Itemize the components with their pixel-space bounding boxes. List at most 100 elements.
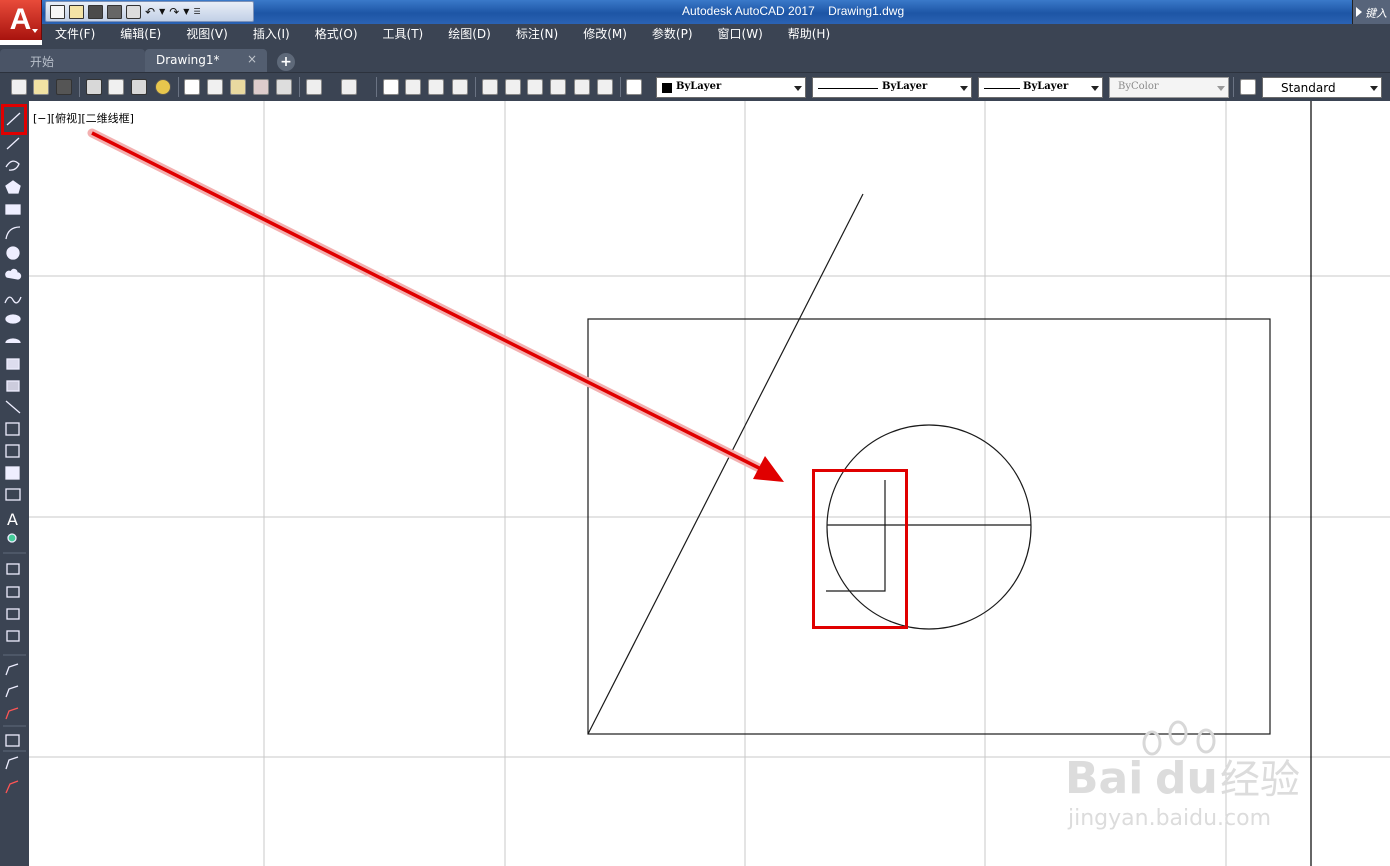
menu-edit[interactable]: 编辑(E) [107, 24, 173, 45]
baidu-paw-logo [1142, 720, 1216, 756]
help-icon[interactable] [626, 79, 642, 95]
menu-window[interactable]: 窗口(W) [705, 24, 775, 45]
rectangle-icon[interactable] [5, 204, 21, 215]
save-as-icon[interactable] [107, 4, 122, 19]
insert-block-icon[interactable] [6, 358, 20, 370]
menu-help[interactable]: 帮助(H) [775, 24, 842, 45]
lineweight-dropdown[interactable]: ByLayer [978, 77, 1103, 98]
plot-icon[interactable] [86, 79, 102, 95]
diagonal-line-object[interactable] [587, 193, 864, 735]
publish-icon[interactable] [131, 79, 147, 95]
parametric-1-icon[interactable] [5, 663, 19, 676]
add-selected-icon[interactable] [7, 533, 17, 543]
redo-icon[interactable] [341, 79, 357, 95]
redo-dropdown-icon[interactable]: ▼ [183, 7, 189, 16]
parametric-4-icon[interactable] [5, 734, 20, 747]
region-icon[interactable] [5, 466, 20, 480]
sheet-set-icon[interactable] [550, 79, 566, 95]
application-menu-button[interactable]: A [0, 0, 42, 40]
3d-print-icon[interactable] [155, 79, 171, 95]
search-box[interactable]: 键入 [1352, 0, 1390, 24]
layer-tool-1-icon[interactable] [6, 563, 20, 575]
hatch-icon[interactable] [5, 422, 20, 436]
tab-drawing1[interactable]: Drawing1* × [145, 49, 267, 72]
parametric-2-icon[interactable] [5, 685, 19, 698]
text-style-icon[interactable] [1240, 79, 1256, 95]
open-icon[interactable] [33, 79, 49, 95]
revision-cloud-icon[interactable] [5, 268, 22, 280]
layer-tool-2-icon[interactable] [6, 586, 20, 598]
point-icon[interactable] [5, 400, 21, 414]
circle-icon[interactable] [6, 246, 20, 260]
rectangle-object[interactable] [587, 318, 1271, 735]
pan-icon[interactable] [383, 79, 399, 95]
table-icon[interactable] [5, 488, 21, 501]
expand-icon[interactable] [1356, 7, 1362, 17]
autocad-window: ↶ ▼ ↷ ▼ ☰ Autodesk AutoCAD 2017 Drawing1… [0, 0, 1390, 866]
layer-tool-3-icon[interactable] [6, 608, 20, 620]
undo-icon[interactable] [306, 79, 322, 95]
circle-object[interactable] [826, 424, 1032, 630]
redo-icon[interactable]: ↷ [169, 5, 179, 19]
paste-icon[interactable] [230, 79, 246, 95]
customize-qat-icon[interactable]: ☰ [193, 7, 200, 16]
match-properties-icon[interactable] [253, 79, 269, 95]
tab-drawing1-label: Drawing1* [156, 53, 220, 67]
markup-icon[interactable] [574, 79, 590, 95]
new-icon[interactable] [11, 79, 27, 95]
layer-tool-4-icon[interactable] [6, 630, 20, 642]
undo-dropdown-icon[interactable]: ▼ [159, 7, 165, 16]
close-icon[interactable]: × [247, 52, 257, 66]
color-dropdown-value: ByLayer [676, 81, 722, 92]
spline-icon[interactable] [4, 296, 22, 304]
menu-view[interactable]: 视图(V) [173, 24, 240, 45]
separator [79, 77, 80, 97]
design-center-icon[interactable] [505, 79, 521, 95]
menu-insert[interactable]: 插入(I) [240, 24, 302, 45]
plotstyle-dropdown[interactable]: ByColor [1109, 77, 1229, 98]
polygon-icon[interactable] [5, 180, 21, 194]
menu-file[interactable]: 文件(F) [42, 24, 107, 45]
menu-modify[interactable]: 修改(M) [570, 24, 639, 45]
new-file-icon[interactable] [50, 4, 65, 19]
parametric-6-icon[interactable] [5, 780, 19, 794]
menu-dimension[interactable]: 标注(N) [503, 24, 570, 45]
quickcalc-icon[interactable] [597, 79, 613, 95]
polyline-icon[interactable] [5, 160, 20, 171]
drawn-l-shape-object[interactable] [826, 480, 886, 592]
new-tab-button[interactable]: + [277, 53, 295, 71]
save-icon[interactable] [88, 4, 103, 19]
copy-icon[interactable] [207, 79, 223, 95]
plot-preview-icon[interactable] [108, 79, 124, 95]
menu-parameters[interactable]: 参数(P) [639, 24, 705, 45]
construction-line-icon[interactable] [6, 137, 20, 150]
undo-icon[interactable]: ↶ [145, 5, 155, 19]
zoom-previous-icon[interactable] [452, 79, 468, 95]
tool-palettes-icon[interactable] [527, 79, 543, 95]
ellipse-arc-icon[interactable] [5, 338, 21, 344]
zoom-realtime-icon[interactable] [405, 79, 421, 95]
text-style-dropdown[interactable]: Standard [1262, 77, 1382, 98]
color-dropdown[interactable]: ByLayer [656, 77, 806, 98]
multiline-text-icon[interactable]: A [7, 510, 18, 529]
arc-icon[interactable] [5, 226, 21, 240]
block-editor-icon[interactable] [276, 79, 292, 95]
cut-icon[interactable] [184, 79, 200, 95]
plot-icon[interactable] [126, 4, 141, 19]
properties-icon[interactable] [482, 79, 498, 95]
parametric-3-icon[interactable] [5, 707, 19, 720]
annotation-arrow [87, 128, 784, 482]
open-file-icon[interactable] [69, 4, 84, 19]
parametric-5-icon[interactable] [5, 756, 19, 770]
make-block-icon[interactable] [6, 380, 20, 392]
viewport-controls-label[interactable]: [−][俯视][二维线框] [33, 110, 134, 126]
linetype-dropdown[interactable]: ByLayer [812, 77, 972, 98]
tab-start[interactable]: 开始 [0, 49, 145, 72]
gradient-icon[interactable] [5, 444, 20, 458]
menu-format[interactable]: 格式(O) [302, 24, 370, 45]
ellipse-icon[interactable] [5, 314, 21, 324]
zoom-window-icon[interactable] [428, 79, 444, 95]
menu-tools[interactable]: 工具(T) [370, 24, 436, 45]
save-icon[interactable] [56, 79, 72, 95]
menu-draw[interactable]: 绘图(D) [435, 24, 503, 45]
